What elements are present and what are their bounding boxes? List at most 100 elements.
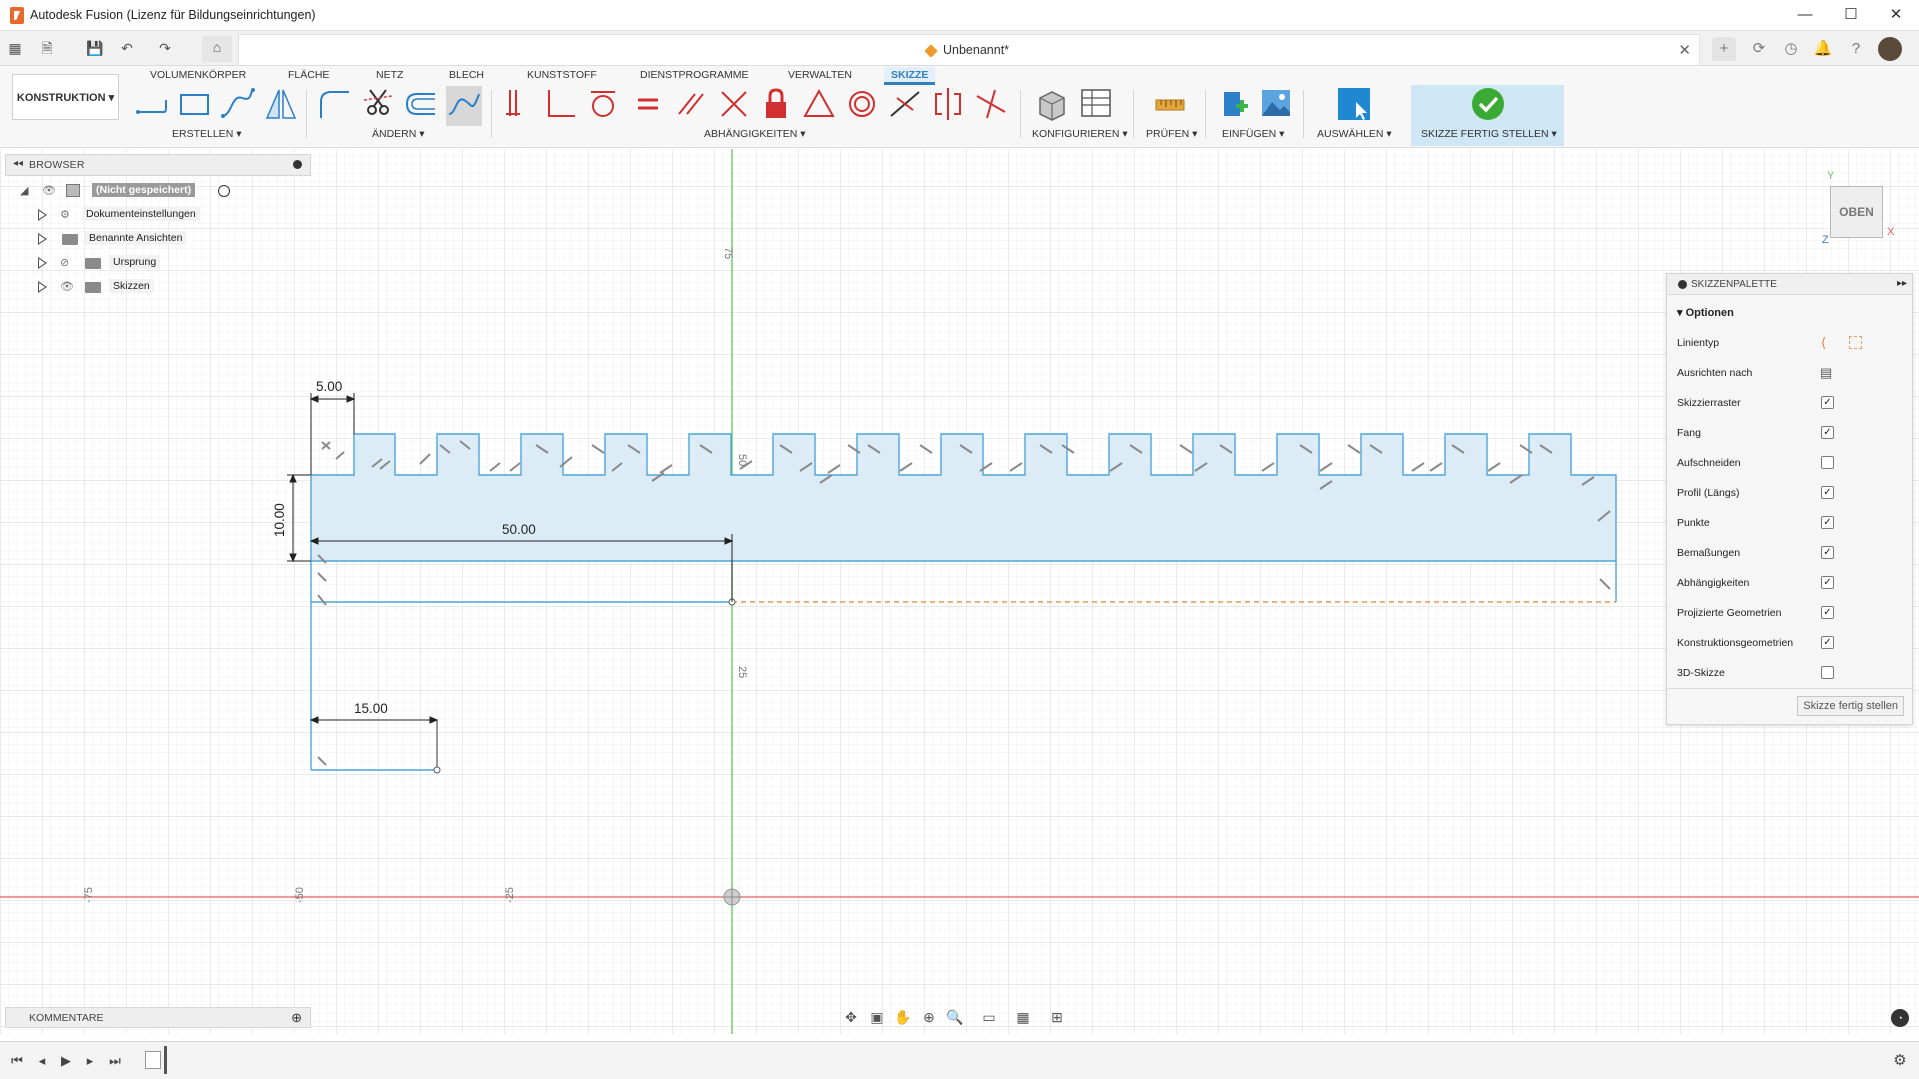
midpoint-icon[interactable] [887, 86, 923, 126]
timeline-settings-gear-icon[interactable]: ⚙ [1890, 1051, 1910, 1071]
visibility-eye-icon[interactable]: 👁 [60, 280, 76, 294]
tab-skizze[interactable]: SKIZZE [884, 67, 936, 85]
group-aendern[interactable]: ÄNDERN ▾ [372, 128, 425, 140]
linetype-center-icon[interactable] [1849, 336, 1862, 349]
sketch-canvas[interactable]: -75 -50 -25 75 50 25 5.00 10.00 50.00 15… [0, 149, 1919, 1034]
curvature-icon[interactable] [973, 86, 1009, 126]
3d-skizze-checkbox[interactable] [1821, 666, 1834, 679]
options-section[interactable]: ▾ Optionen [1677, 306, 1734, 319]
expand-icon[interactable] [38, 233, 47, 245]
timeline-end-icon[interactable]: ⏭ [105, 1051, 125, 1071]
expand-palette-icon[interactable]: ▸▸ [1897, 278, 1907, 289]
orbit-icon[interactable]: ✥ [840, 1007, 862, 1027]
fillet-tool-icon[interactable] [317, 86, 353, 126]
measure-icon[interactable] [1152, 86, 1188, 126]
punkte-checkbox[interactable]: ✓ [1821, 516, 1834, 529]
display-settings-icon[interactable]: ▭ [978, 1007, 1000, 1027]
tab-verwalten[interactable]: VERWALTEN [788, 67, 852, 85]
document-tab[interactable]: Unbenannt* ✕ [238, 34, 1700, 65]
fix-lock-icon[interactable] [758, 86, 794, 126]
home-icon[interactable]: ⌂ [202, 36, 232, 62]
undo-icon[interactable]: ↶ [116, 37, 138, 59]
tab-flaeche[interactable]: FLÄCHE [288, 67, 329, 85]
browser-pin-icon[interactable] [293, 160, 302, 169]
symmetry-icon[interactable] [930, 86, 966, 126]
help-icon[interactable]: ? [1844, 37, 1868, 61]
tab-kunststoff[interactable]: KUNSTSTOFF [527, 67, 597, 85]
group-einfuegen[interactable]: EINFÜGEN ▾ [1222, 128, 1284, 140]
abhaengigkeiten-checkbox[interactable]: ✓ [1821, 576, 1834, 589]
app-grid-icon[interactable]: ▦ [4, 37, 26, 59]
tab-netz[interactable]: NETZ [376, 67, 403, 85]
fang-checkbox[interactable]: ✓ [1821, 426, 1834, 439]
finish-sketch-check-icon[interactable] [1470, 86, 1506, 126]
tangent-icon[interactable] [585, 86, 621, 126]
palette-header[interactable]: SKIZZENPALETTE ▸▸ [1667, 274, 1912, 295]
group-pruefen[interactable]: PRÜFEN ▾ [1146, 128, 1197, 140]
job-status-icon[interactable]: ◷ [1779, 37, 1803, 61]
browser-item-ursprung[interactable]: ⊘ Ursprung [22, 253, 242, 273]
maximize-button[interactable]: ☐ [1828, 0, 1874, 31]
notifications-icon[interactable]: 🔔 [1811, 37, 1835, 61]
concentric-icon[interactable] [844, 86, 880, 126]
timeline-marker[interactable] [164, 1046, 167, 1074]
palette-pin-icon[interactable] [1678, 280, 1687, 289]
timeline-forward-icon[interactable]: ▸ [80, 1051, 100, 1071]
sketch-scale-icon[interactable] [446, 86, 482, 126]
file-menu-icon[interactable]: 🗎 [36, 37, 58, 59]
close-document-icon[interactable]: ✕ [1678, 41, 1691, 59]
finish-sketch-button[interactable]: Skizze fertig stellen [1797, 696, 1904, 716]
collapse-browser-icon[interactable]: ◂◂ [13, 158, 23, 169]
timeline-play-icon[interactable]: ▶ [56, 1051, 76, 1071]
new-tab-icon[interactable]: + [1712, 37, 1736, 61]
look-at-icon[interactable]: ▤ [1820, 365, 1832, 381]
expand-icon[interactable] [38, 209, 47, 221]
avatar[interactable] [1878, 37, 1902, 61]
timeline-sketch-feature-icon[interactable] [145, 1051, 161, 1069]
browser-panel-header[interactable]: ◂◂ BROWSER [5, 154, 311, 176]
browser-root[interactable]: ◢ 👁 (Nicht gespeichert) [18, 181, 238, 201]
timeline-back-icon[interactable]: ◂ [32, 1051, 52, 1071]
insert-image-icon[interactable] [1258, 86, 1294, 126]
tab-blech[interactable]: BLECH [449, 67, 484, 85]
add-comment-icon[interactable]: ⊕ [291, 1011, 302, 1024]
comments-panel[interactable]: KOMMENTARE ⊕ [5, 1007, 311, 1028]
grid-snap-icon[interactable]: ▦ [1012, 1007, 1034, 1027]
browser-item-dokumenteinstellungen[interactable]: ⚙ Dokumenteinstellungen [22, 205, 242, 225]
save-icon[interactable]: 💾 [84, 37, 106, 59]
group-erstellen[interactable]: ERSTELLEN ▾ [172, 128, 241, 140]
close-window-button[interactable]: ✕ [1873, 0, 1919, 31]
timeline-start-icon[interactable]: ⏮ [7, 1051, 27, 1071]
perpendicular-icon[interactable] [543, 86, 579, 126]
spline-tool-icon[interactable] [220, 86, 256, 126]
dimension-width-top[interactable]: 5.00 [316, 379, 342, 394]
redo-icon[interactable]: ↷ [154, 37, 176, 59]
configure-table-icon[interactable] [1078, 86, 1114, 126]
look-at-icon[interactable]: ▣ [866, 1007, 888, 1027]
offset-tool-icon[interactable] [403, 86, 439, 126]
projizierte-geometrien-checkbox[interactable]: ✓ [1821, 606, 1834, 619]
expand-icon[interactable] [38, 257, 47, 269]
pan-hand-icon[interactable]: ✋ [892, 1007, 914, 1027]
dimension-height[interactable]: 10.00 [272, 497, 287, 537]
tab-dienstprogramme[interactable]: DIENSTPROGRAMME [640, 67, 749, 85]
aufschneiden-checkbox[interactable] [1821, 456, 1834, 469]
chat-icon[interactable]: ◔ [1891, 1009, 1909, 1027]
bemassungen-checkbox[interactable]: ✓ [1821, 546, 1834, 559]
coincident-icon[interactable] [716, 86, 752, 126]
insert-derive-icon[interactable] [1216, 86, 1252, 126]
browser-item-skizzen[interactable]: 👁 Skizzen [22, 277, 242, 297]
trim-tool-icon[interactable] [360, 86, 396, 126]
horizontal-vertical-icon[interactable] [500, 86, 536, 126]
linetype-construction-icon[interactable]: ⟨ [1821, 335, 1826, 351]
workspace-dropdown[interactable]: KONSTRUKTION ▾ [12, 74, 119, 120]
zoom-window-icon[interactable]: 🔍 [944, 1007, 966, 1027]
tab-volumenkoerper[interactable]: VOLUMENKÖRPER [150, 67, 246, 85]
triangle-constraint-icon[interactable] [801, 86, 837, 126]
activate-radio-icon[interactable] [218, 185, 230, 197]
mirror-tool-icon[interactable] [263, 86, 299, 126]
viewcube[interactable]: OBEN [1830, 186, 1883, 238]
visibility-eye-icon[interactable]: 👁 [42, 184, 58, 198]
viewports-icon[interactable]: ⊞ [1046, 1007, 1068, 1027]
expand-root-icon[interactable]: ◢ [20, 184, 28, 197]
